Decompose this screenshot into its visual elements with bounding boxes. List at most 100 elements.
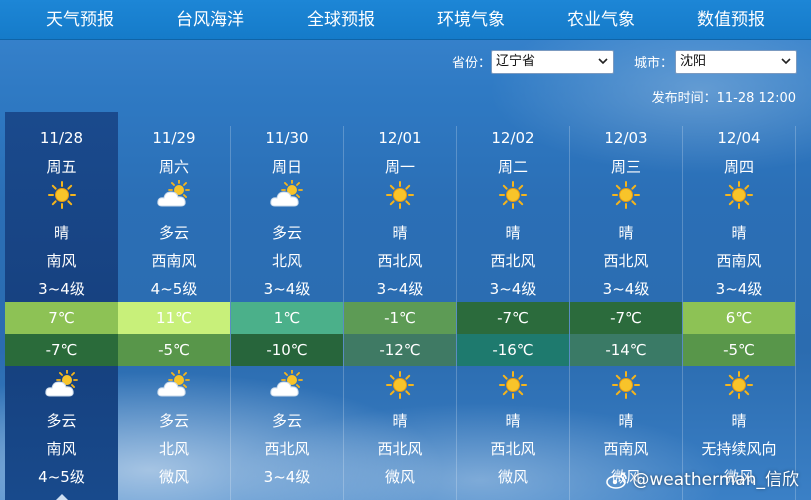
weekday: 周二 (497, 158, 528, 176)
night-wind-direction: 西北风 (490, 440, 536, 458)
sunny-icon (495, 180, 531, 210)
weekday: 周五 (46, 158, 77, 176)
low-temperature: -10℃ (231, 334, 343, 366)
night-weather: 多云 (46, 412, 77, 430)
nav-environment-weather[interactable]: 环境气象 (411, 0, 531, 40)
forecast-day-column[interactable]: 11/28 周五 晴 南风 3~4级 7℃ -7℃ 多云 南风 4~5级 (5, 112, 118, 500)
chevron-down-icon (781, 58, 791, 65)
day-wind-level: 4~5级 (150, 280, 198, 298)
night-wind-direction: 北风 (158, 440, 189, 458)
day-wind-direction: 西北风 (377, 252, 423, 270)
partly-cloudy-icon (269, 369, 305, 400)
night-weather: 晴 (731, 412, 747, 430)
night-wind-level: 微风 (158, 468, 189, 486)
day-wind-direction: 西南风 (151, 252, 197, 270)
watermark: @weatherman_信欣 (606, 465, 799, 490)
night-weather: 晴 (392, 412, 408, 430)
night-weather: 晴 (505, 412, 521, 430)
forecast-day-column[interactable]: 11/29 周六 多云 西南风 4~5级 11℃ -5℃ 多云 北风 微风 (118, 126, 231, 500)
high-temperature: -7℃ (457, 302, 569, 334)
nav-weather-forecast[interactable]: 天气预报 (20, 0, 140, 40)
day-wind-level: 3~4级 (263, 280, 311, 298)
sunny-icon (608, 370, 644, 400)
night-wind-level: 微风 (497, 468, 528, 486)
forecast-table: 11/28 周五 晴 南风 3~4级 7℃ -7℃ 多云 南风 4~5级 11/… (5, 112, 811, 500)
night-weather: 晴 (618, 412, 634, 430)
sunny-icon (382, 370, 418, 400)
top-nav: 天气预报 台风海洋 全球预报 环境气象 农业气象 数值预报 (0, 0, 811, 40)
sunny-icon (721, 180, 757, 210)
day-wind-level: 3~4级 (715, 280, 763, 298)
high-temperature: -7℃ (570, 302, 682, 334)
forecast-day-column[interactable]: 12/04 周四 晴 西南风 3~4级 6℃ -5℃ 晴 无持续风向 微风 (683, 126, 796, 500)
partly-cloudy-icon (156, 179, 192, 210)
night-wind-direction: 无持续风向 (701, 440, 777, 458)
weekday: 周六 (158, 158, 189, 176)
day-weather: 晴 (392, 224, 408, 242)
day-wind-level: 3~4级 (489, 280, 537, 298)
date: 12/04 (717, 129, 761, 147)
partly-cloudy-icon (44, 369, 80, 400)
nav-numerical-forecast[interactable]: 数值预报 (671, 0, 791, 40)
high-temperature: 1℃ (231, 302, 343, 334)
night-weather: 多云 (271, 412, 302, 430)
date: 11/29 (152, 129, 196, 147)
night-wind-direction: 西南风 (603, 440, 649, 458)
day-weather: 多云 (158, 224, 189, 242)
low-temperature: -14℃ (570, 334, 682, 366)
low-temperature: -5℃ (118, 334, 230, 366)
day-wind-level: 3~4级 (376, 280, 424, 298)
forecast-day-column[interactable]: 12/01 周一 晴 西北风 3~4级 -1℃ -12℃ 晴 西北风 微风 (344, 126, 457, 500)
province-value: 辽宁省 (496, 54, 536, 69)
sunny-icon (495, 370, 531, 400)
forecast-day-column[interactable]: 12/03 周三 晴 西北风 3~4级 -7℃ -14℃ 晴 西南风 微风 (570, 126, 683, 500)
forecast-day-column[interactable]: 11/30 周日 多云 北风 3~4级 1℃ -10℃ 多云 西北风 3~4级 (231, 126, 344, 500)
partly-cloudy-icon (156, 369, 192, 400)
nav-global-forecast[interactable]: 全球预报 (281, 0, 401, 40)
day-wind-direction: 西北风 (603, 252, 649, 270)
date: 12/01 (378, 129, 422, 147)
weekday: 周三 (610, 158, 641, 176)
province-label: 省份： (452, 56, 492, 71)
sunny-icon (44, 180, 80, 210)
night-weather: 多云 (158, 412, 189, 430)
night-wind-direction: 西北风 (377, 440, 423, 458)
night-wind-level: 微风 (384, 468, 415, 486)
low-temperature: -5℃ (683, 334, 795, 366)
day-wind-level: 3~4级 (602, 280, 650, 298)
partly-cloudy-icon (269, 179, 305, 210)
day-weather: 多云 (271, 224, 302, 242)
publish-time: 发布时间：11-28 12:00 (651, 91, 796, 106)
day-wind-level: 3~4级 (38, 280, 85, 298)
date: 11/30 (265, 129, 309, 147)
high-temperature: 7℃ (5, 302, 118, 334)
sunny-icon (382, 180, 418, 210)
night-wind-direction: 南风 (46, 440, 77, 458)
weekday: 周一 (384, 158, 415, 176)
day-wind-direction: 南风 (46, 252, 77, 270)
date: 11/28 (39, 129, 84, 147)
day-weather: 晴 (731, 224, 747, 242)
city-select[interactable]: 沈阳 (675, 50, 797, 74)
night-wind-level: 3~4级 (263, 468, 311, 486)
forecast-day-column[interactable]: 12/02 周二 晴 西北风 3~4级 -7℃ -16℃ 晴 西北风 微风 (457, 126, 570, 500)
weekday: 周日 (271, 158, 302, 176)
nav-typhoon-ocean[interactable]: 台风海洋 (150, 0, 270, 40)
nav-agriculture-weather[interactable]: 农业气象 (541, 0, 661, 40)
selected-day-pointer (53, 494, 70, 500)
night-wind-level: 4~5级 (38, 468, 85, 486)
low-temperature: -12℃ (344, 334, 456, 366)
high-temperature: 6℃ (683, 302, 795, 334)
day-wind-direction: 北风 (271, 252, 302, 270)
high-temperature: 11℃ (118, 302, 230, 334)
province-select[interactable]: 辽宁省 (491, 50, 614, 74)
watermark-text: @weatherman_信欣 (632, 470, 799, 490)
low-temperature: -7℃ (5, 334, 118, 366)
day-wind-direction: 西北风 (490, 252, 536, 270)
city-value: 沈阳 (680, 54, 707, 69)
high-temperature: -1℃ (344, 302, 456, 334)
weibo-logo-icon (606, 473, 628, 489)
sunny-icon (608, 180, 644, 210)
date: 12/03 (604, 129, 648, 147)
chevron-down-icon (598, 58, 608, 65)
